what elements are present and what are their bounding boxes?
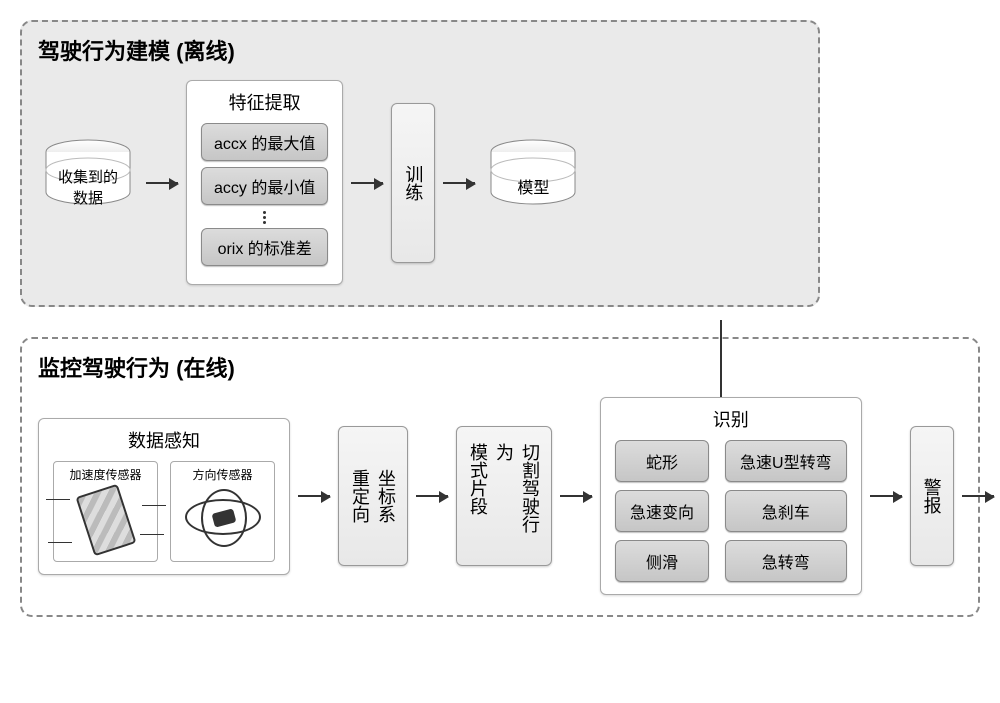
- feature-item: orix 的标准差: [201, 228, 328, 266]
- offline-flow: 收集到的 数据 特征提取 accx 的最大值 accy 的最小值 orix 的标…: [38, 80, 802, 285]
- offline-panel: 驾驶行为建模 (离线) 收集到的 数据 特征提取 accx 的最大值 accy …: [20, 20, 820, 307]
- offline-title: 驾驶行为建模 (离线): [38, 34, 802, 66]
- arrow-icon: [351, 182, 383, 184]
- ellipsis-icon: [201, 211, 328, 224]
- accelerometer-label: 加速度传感器: [58, 466, 153, 483]
- feature-extraction-box: 特征提取 accx 的最大值 accy 的最小值 orix 的标准差: [186, 80, 343, 285]
- model-db: 模型: [483, 138, 583, 228]
- sensing-box: 数据感知 加速度传感器 方向传感器: [38, 418, 290, 575]
- online-panel: 监控驾驶行为 (在线) 数据感知 加速度传感器 方向传感器: [20, 337, 980, 617]
- arrow-icon: [443, 182, 475, 184]
- arrow-out-icon: [962, 495, 994, 497]
- feature-title: 特征提取: [201, 89, 328, 115]
- behavior-item: 急速U型转弯: [725, 440, 847, 482]
- recognize-title: 识别: [615, 406, 847, 432]
- arrow-icon: [870, 495, 902, 497]
- model-label: 模型: [517, 174, 549, 198]
- reorient-box: 坐标系 重定向: [338, 426, 408, 566]
- sensing-title: 数据感知: [53, 427, 275, 453]
- behavior-item: 急转弯: [725, 540, 847, 582]
- segment-box: 切割驾驶行为 模式片段: [456, 426, 552, 566]
- behavior-item: 侧滑: [615, 540, 709, 582]
- train-box: 训练: [391, 103, 435, 263]
- arrow-icon: [298, 495, 330, 497]
- orientation-icon: [183, 487, 263, 549]
- arrow-icon: [416, 495, 448, 497]
- orientation-sensor: 方向传感器: [170, 461, 275, 562]
- arrow-icon: [146, 182, 178, 184]
- feature-item: accx 的最大值: [201, 123, 328, 161]
- arrow-icon: [560, 495, 592, 497]
- online-title: 监控驾驶行为 (在线): [38, 351, 962, 383]
- orientation-label: 方向传感器: [175, 466, 270, 483]
- feature-item: accy 的最小值: [201, 167, 328, 205]
- alert-box: 警报: [910, 426, 954, 566]
- behavior-item: 蛇形: [615, 440, 709, 482]
- online-flow: 数据感知 加速度传感器 方向传感器: [38, 397, 962, 595]
- collected-data-db: 收集到的 数据: [38, 138, 138, 228]
- accelerometer-sensor: 加速度传感器: [53, 461, 158, 562]
- recognize-box: 识别 蛇形 急速U型转弯 急速变向 急刹车 侧滑 急转弯: [600, 397, 862, 595]
- behavior-item: 急刹车: [725, 490, 847, 532]
- collected-data-label: 收集到的 数据: [58, 166, 118, 208]
- behavior-item: 急速变向: [615, 490, 709, 532]
